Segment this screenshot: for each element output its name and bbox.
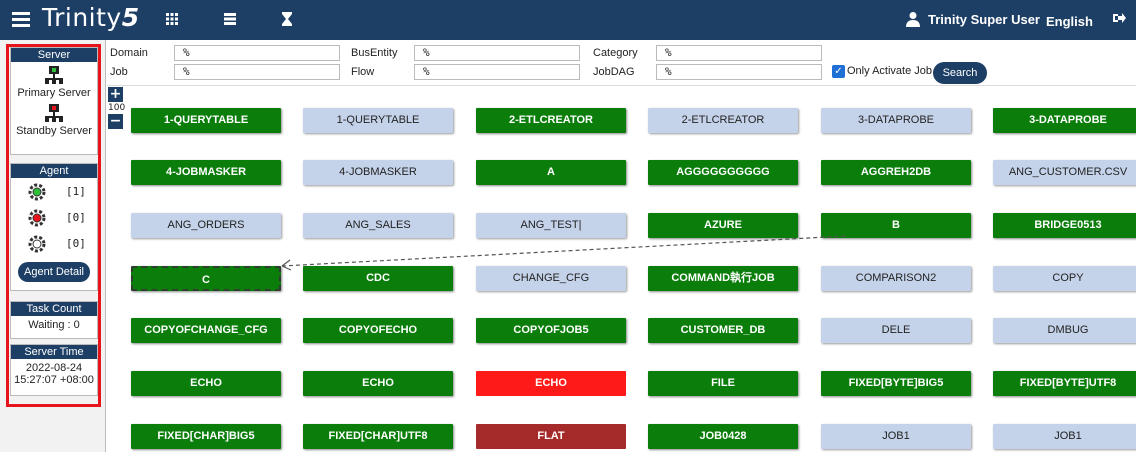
job-node[interactable]: AZURE (648, 213, 798, 238)
zoom-in-button[interactable]: + (108, 87, 123, 102)
job-node[interactable]: CDC (303, 266, 453, 291)
grid-icon[interactable] (164, 11, 180, 27)
job-node[interactable]: FLAT (476, 424, 626, 449)
job-node[interactable]: FIXED[BYTE]BIG5 (821, 371, 971, 396)
job-node[interactable]: FIXED[CHAR]BIG5 (131, 424, 281, 449)
job-node[interactable]: CHANGE_CFG (476, 266, 626, 291)
job-node[interactable]: JOB0428 (648, 424, 798, 449)
app-logo[interactable]: Trinity5 (42, 3, 140, 32)
job-node[interactable]: ANG_CUSTOMER.CSV (993, 160, 1136, 185)
job-node[interactable]: ANG_SALES (303, 213, 453, 238)
job-node[interactable]: ANG_ORDERS (131, 213, 281, 238)
job-node[interactable]: 1-QUERYTABLE (131, 108, 281, 133)
domain-label: Domain (110, 47, 148, 59)
job-node[interactable]: 4-JOBMASKER (131, 160, 281, 185)
dependency-edge (281, 235, 847, 267)
job-label: Job (110, 66, 128, 78)
job-node[interactable]: FIXED[BYTE]UTF8 (993, 371, 1136, 396)
user-name[interactable]: Trinity Super User (928, 12, 1040, 27)
job-node[interactable]: ECHO (476, 371, 626, 396)
job-node[interactable]: 1-QUERYTABLE (303, 108, 453, 133)
job-node[interactable]: FIXED[CHAR]UTF8 (303, 424, 453, 449)
job-node[interactable]: JOB1 (821, 424, 971, 449)
job-node[interactable]: COMMAND執行JOB (648, 266, 798, 291)
job-node[interactable]: COPYOFJOB5 (476, 318, 626, 343)
job-node[interactable]: DMBUG (993, 318, 1136, 343)
job-node[interactable]: COPY (993, 266, 1136, 291)
job-node[interactable]: 2-ETLCREATOR (476, 108, 626, 133)
job-node[interactable]: 3-DATAPROBE (993, 108, 1136, 133)
sidebar-highlight-frame (6, 44, 101, 407)
search-button[interactable]: Search (933, 62, 987, 84)
job-node[interactable]: COMPARISON2 (821, 266, 971, 291)
only-active-checkbox[interactable]: ✓ (832, 65, 845, 78)
job-node[interactable]: 3-DATAPROBE (821, 108, 971, 133)
job-node[interactable]: DELE (821, 318, 971, 343)
language-selector[interactable]: English (1046, 14, 1093, 29)
job-node[interactable]: CUSTOMER_DB (648, 318, 798, 343)
flow-input[interactable]: % (414, 64, 580, 80)
job-node[interactable]: B (821, 213, 971, 238)
job-node[interactable]: C (131, 266, 281, 291)
user-icon[interactable] (906, 11, 920, 27)
job-input[interactable]: % (174, 64, 340, 80)
job-node[interactable]: A (476, 160, 626, 185)
busentity-input[interactable]: % (414, 45, 580, 61)
job-node[interactable]: COPYOFCHANGE_CFG (131, 318, 281, 343)
job-node[interactable]: AGGGGGGGGGG (648, 160, 798, 185)
busentity-label: BusEntity (351, 47, 398, 59)
flow-label: Flow (351, 66, 375, 78)
menu-icon[interactable] (12, 9, 30, 29)
logout-icon[interactable] (1112, 11, 1126, 29)
job-node[interactable]: FILE (648, 371, 798, 396)
zoom-out-button[interactable]: − (108, 114, 123, 129)
zoom-control: + 100 − (108, 87, 125, 129)
domain-input[interactable]: % (174, 45, 340, 61)
category-label: Category (593, 47, 638, 59)
jobdag-input[interactable]: % (656, 64, 822, 80)
job-node[interactable]: ECHO (131, 371, 281, 396)
only-active-label: Only Activate Job (847, 65, 932, 77)
job-node[interactable]: ANG_TEST| (476, 213, 626, 238)
jobdag-label: JobDAG (593, 66, 635, 78)
top-navigation-bar: Trinity5 Trinity Super User English (0, 0, 1136, 40)
list-icon[interactable] (222, 11, 238, 27)
job-node[interactable]: 4-JOBMASKER (303, 160, 453, 185)
category-input[interactable]: % (656, 45, 822, 61)
job-node[interactable]: BRIDGE0513 (993, 213, 1136, 238)
job-node[interactable]: 2-ETLCREATOR (648, 108, 798, 133)
job-node[interactable]: AGGREH2DB (821, 160, 971, 185)
job-node[interactable]: JOB1 (993, 424, 1136, 449)
hourglass-icon[interactable] (279, 11, 295, 27)
job-node[interactable]: COPYOFECHO (303, 318, 453, 343)
job-node[interactable]: ECHO (303, 371, 453, 396)
arrow-head-icon (281, 259, 292, 271)
